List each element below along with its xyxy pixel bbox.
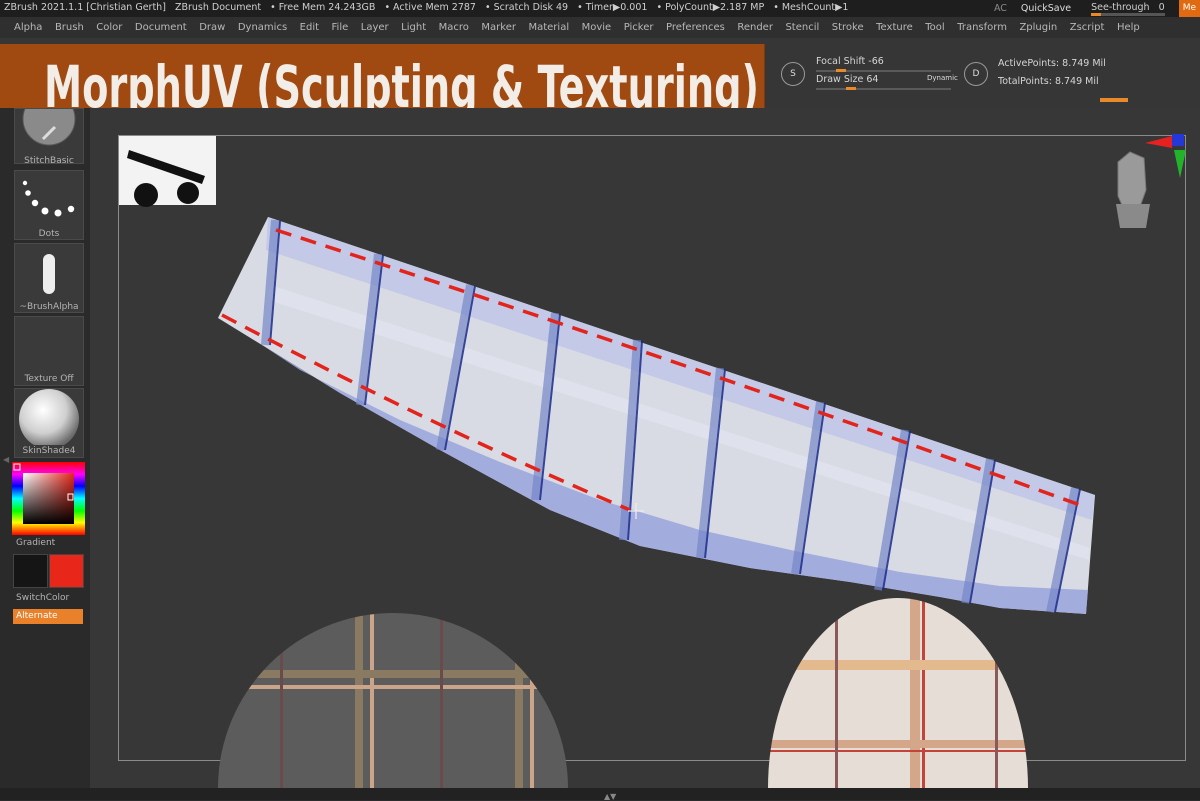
gyro-head-icon[interactable] — [1116, 151, 1150, 228]
bottom-bar — [0, 788, 1200, 800]
canvas-content — [119, 134, 1186, 788]
logo-sticker — [119, 136, 216, 207]
tartan-preview-right — [768, 598, 1028, 788]
xyz-axis-icon — [1145, 134, 1186, 178]
cloth-strip-mesh — [218, 217, 1095, 614]
tartan-preview-left — [218, 613, 568, 788]
